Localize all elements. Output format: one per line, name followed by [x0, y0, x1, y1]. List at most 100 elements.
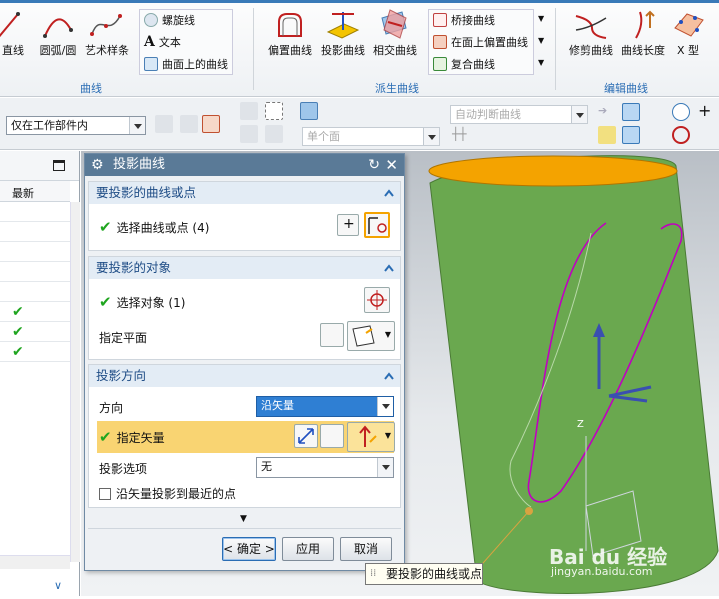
curve-length-button[interactable]: 曲线长度	[618, 8, 668, 58]
text-a-icon: A	[144, 34, 155, 50]
filter-scope-select[interactable]: 仅在工作部件内	[6, 116, 146, 135]
curve-picker-button[interactable]	[364, 212, 390, 238]
rotate-icon[interactable]	[240, 125, 258, 143]
composite-dropdown-arrow-icon[interactable]: ▼	[538, 58, 544, 67]
curve-on-face-button[interactable]: 曲面上的曲线	[144, 56, 228, 72]
close-icon[interactable]: ✕	[385, 154, 398, 176]
part-navigator-panel: 最新 ✔ ✔ ✔ ∨	[0, 151, 80, 596]
plus-icon[interactable]: +	[698, 103, 716, 121]
bridge-curve-icon	[433, 13, 447, 27]
list-item[interactable]: ✔	[0, 342, 70, 362]
ok-button[interactable]: < 确定 >	[222, 537, 276, 561]
collapse-icon	[384, 189, 394, 197]
select-curve-row[interactable]: ✔ 选择曲线或点 (4)	[99, 218, 209, 236]
curve-on-face-label: 曲面上的曲线	[162, 58, 228, 71]
spline-button[interactable]: 艺术样条	[84, 8, 130, 58]
vector-picker-button[interactable]: ▼	[347, 422, 395, 452]
expand-down-icon[interactable]: ∨	[54, 579, 62, 592]
curve-rule-select[interactable]: 自动判断曲线	[450, 105, 588, 124]
list-item[interactable]	[0, 262, 70, 282]
vertical-scrollbar[interactable]	[70, 202, 80, 562]
list-item[interactable]: ✔	[0, 322, 70, 342]
snap-point-icon[interactable]	[155, 115, 173, 133]
composite-curve-button[interactable]: 复合曲线	[433, 56, 495, 72]
ribbon-top-accent	[0, 0, 719, 3]
horizontal-scrollbar[interactable]	[0, 555, 70, 569]
watermark-url: jingyan.baidu.com	[551, 565, 653, 578]
check-icon: ✔	[99, 218, 112, 236]
select-object-label: 选择对象 (1)	[116, 295, 186, 310]
nearest-point-checkbox-row[interactable]: 沿矢量投影到最近的点	[99, 485, 236, 502]
projection-option-select[interactable]: 无	[256, 457, 394, 478]
helix-button[interactable]: 螺旋线	[144, 12, 195, 28]
selection-icon[interactable]	[180, 115, 198, 133]
more-options-chevron-icon[interactable]: ▼	[240, 514, 247, 524]
offset-in-face-button[interactable]: 在面上偏置曲线	[433, 34, 528, 50]
direction-select[interactable]: 沿矢量	[256, 396, 394, 417]
list-item[interactable]	[0, 202, 70, 222]
bridge-curve-button[interactable]: 桥接曲线	[433, 12, 495, 28]
text-button[interactable]: A 文本	[144, 34, 181, 50]
end-point-icon[interactable]	[622, 126, 640, 144]
plane-dialog-button[interactable]	[320, 323, 344, 347]
section-curves-header[interactable]: 要投影的曲线或点	[89, 182, 400, 204]
list-item[interactable]	[0, 282, 70, 302]
line-button[interactable]: 直线	[0, 8, 32, 58]
section-curves-title: 要投影的曲线或点	[96, 185, 197, 200]
chevron-down-icon	[377, 458, 393, 477]
ribbon-separator	[555, 8, 556, 90]
object-picker-button[interactable]	[364, 287, 390, 313]
stop-at-intersection-icon[interactable]: ┼┼	[452, 127, 466, 141]
intersect-curve-button[interactable]: 相交曲线	[370, 8, 420, 58]
intersection-icon[interactable]	[646, 126, 664, 144]
list-item[interactable]	[0, 242, 70, 262]
rectangle-select-icon[interactable]	[265, 102, 283, 120]
projection-option-value: 无	[261, 460, 272, 473]
plane-picker-button[interactable]: ▼	[347, 321, 395, 351]
cylinder-body	[429, 155, 719, 594]
print-icon[interactable]	[265, 125, 283, 143]
grip-icon: ⁞⁞	[370, 568, 377, 579]
add-curve-button[interactable]: +	[337, 214, 359, 236]
project-curve-button[interactable]: 投影曲线	[318, 8, 368, 58]
nearest-point-label: 沿矢量投影到最近的点	[116, 487, 237, 501]
specify-plane-row[interactable]: 指定平面	[99, 329, 147, 346]
grid-point-icon[interactable]	[598, 126, 616, 144]
reset-icon[interactable]: ↻	[368, 154, 380, 176]
face-rule-select[interactable]: 单个面	[302, 127, 440, 146]
section-target-header[interactable]: 要投影的对象	[89, 257, 400, 279]
trim-curve-label: 修剪曲线	[569, 44, 613, 57]
nearest-point-checkbox[interactable]	[99, 487, 111, 500]
curve-snap-icon[interactable]	[646, 103, 664, 121]
section-direction-header[interactable]: 投影方向	[89, 365, 400, 387]
bridge-dropdown-arrow-icon[interactable]: ▼	[538, 14, 544, 23]
list-item[interactable]	[0, 222, 70, 242]
column-header[interactable]: 最新	[0, 181, 70, 202]
vector-dialog-button[interactable]	[320, 424, 344, 448]
move-icon[interactable]	[240, 102, 258, 120]
apply-button[interactable]: 应用	[282, 537, 334, 561]
point-on-curve-icon[interactable]	[698, 126, 716, 144]
curve-length-icon	[635, 10, 655, 39]
arc-circle-button[interactable]: 圆弧/圆	[36, 8, 80, 58]
specify-vector-label: 指定矢量	[116, 430, 165, 445]
maximize-icon[interactable]	[53, 160, 65, 171]
reverse-direction-button[interactable]	[294, 424, 318, 448]
arrow-right-icon[interactable]: ➔	[598, 104, 616, 122]
filter-icon[interactable]	[202, 115, 220, 133]
line-snap-icon[interactable]	[622, 103, 640, 121]
select-object-row[interactable]: ✔ 选择对象 (1)	[99, 293, 185, 311]
cube-icon[interactable]	[300, 102, 318, 120]
trim-curve-button[interactable]: 修剪曲线	[566, 8, 616, 58]
quadrant-point-icon[interactable]	[672, 126, 690, 144]
x-form-button[interactable]: X 型	[668, 8, 708, 58]
offset-curve-button[interactable]: 偏置曲线	[264, 8, 316, 58]
collapse-icon	[384, 264, 394, 272]
cancel-button[interactable]: 取消	[340, 537, 392, 561]
center-point-icon[interactable]	[672, 103, 690, 121]
check-icon: ✔	[12, 324, 24, 340]
dialog-title-bar[interactable]: ⚙ 投影曲线 ↻ ✕	[85, 154, 404, 176]
list-item[interactable]: ✔	[0, 302, 70, 322]
offset-in-face-dropdown-arrow-icon[interactable]: ▼	[538, 36, 544, 45]
direction-label: 方向	[99, 401, 124, 415]
